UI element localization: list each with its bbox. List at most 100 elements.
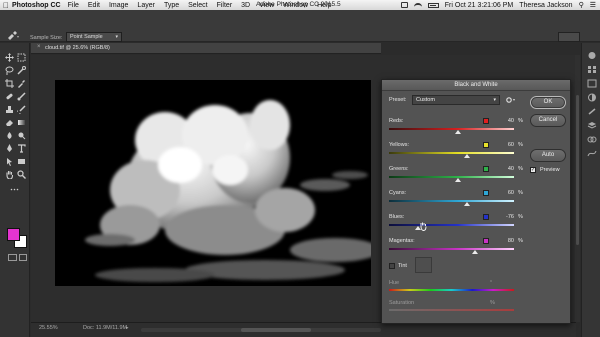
menu-filter[interactable]: Filter xyxy=(217,2,233,9)
channel-slider-track[interactable] xyxy=(389,200,514,202)
dialog-title[interactable]: Black and White xyxy=(382,80,570,91)
screen-icon[interactable] xyxy=(400,2,408,8)
wifi-icon[interactable] xyxy=(413,2,422,8)
channel-color-swatch xyxy=(483,238,489,244)
zoom-tool-icon[interactable] xyxy=(17,170,26,179)
cancel-button[interactable]: Cancel xyxy=(530,114,566,127)
type-tool-icon[interactable] xyxy=(17,144,26,153)
path-selection-tool-icon[interactable] xyxy=(5,157,14,166)
channel-slider-thumb[interactable] xyxy=(454,130,461,134)
sample-size-value: Point Sample xyxy=(70,34,103,40)
channel-value-field[interactable]: 60 xyxy=(492,142,514,148)
channel-color-swatch xyxy=(483,142,489,148)
move-tool-icon[interactable] xyxy=(5,53,14,62)
hue-slider-track[interactable] xyxy=(389,289,514,291)
vertical-scrollbar[interactable] xyxy=(575,55,580,322)
horizontal-scrollbar[interactable] xyxy=(141,328,381,332)
eyedropper-tool-preset-icon[interactable] xyxy=(6,30,20,40)
document-tab[interactable]: × cloud.tif @ 25.6% (RGB/8) xyxy=(31,43,381,54)
foreground-color-swatch[interactable] xyxy=(7,228,20,241)
healing-brush-tool-icon[interactable] xyxy=(5,92,14,101)
preview-checkbox[interactable]: ✓ xyxy=(530,167,536,173)
menu-select[interactable]: Select xyxy=(188,2,207,9)
menu-list-icon[interactable]: ☰ xyxy=(590,1,596,9)
lasso-tool-icon[interactable] xyxy=(5,66,14,75)
channel-slider-track[interactable] xyxy=(389,176,514,178)
color-panel-icon[interactable] xyxy=(587,51,597,60)
black-and-white-dialog: Black and White Preset: Custom ▾ OK Canc… xyxy=(381,79,571,324)
channel-slider-track[interactable] xyxy=(389,224,514,226)
paths-panel-icon[interactable] xyxy=(587,149,597,158)
quick-mask-icon[interactable] xyxy=(8,254,17,261)
blur-tool-icon[interactable] xyxy=(5,131,14,140)
channel-slider-track[interactable] xyxy=(389,128,514,130)
sample-size-select[interactable]: Point Sample ▾ xyxy=(66,32,122,42)
hue-label: Hue xyxy=(389,280,400,286)
status-menu-arrow-icon[interactable]: ▸ xyxy=(126,325,129,331)
tint-color-swatch[interactable] xyxy=(415,257,432,273)
history-brush-tool-icon[interactable] xyxy=(17,105,26,114)
layers-panel-icon[interactable] xyxy=(587,121,597,130)
menu-3d[interactable]: 3D xyxy=(241,2,250,9)
workspace-switcher[interactable] xyxy=(558,32,580,42)
channel-slider-track[interactable] xyxy=(389,248,514,250)
pen-tool-icon[interactable] xyxy=(5,144,14,153)
channel-slider-thumb[interactable] xyxy=(454,178,461,182)
dodge-tool-icon[interactable] xyxy=(17,131,26,140)
hand-tool-icon[interactable] xyxy=(5,170,14,179)
adjustments-panel-icon[interactable] xyxy=(587,93,597,102)
channel-value-field[interactable]: -76 xyxy=(492,214,514,220)
menu-clock[interactable]: Fri Oct 21 3:21:06 PM xyxy=(445,2,513,9)
quick-selection-tool-icon[interactable] xyxy=(17,66,26,75)
horizontal-scrollbar-thumb[interactable] xyxy=(241,328,311,332)
channel-value-field[interactable]: 80 xyxy=(492,238,514,244)
apple-menu-icon[interactable]:  xyxy=(0,1,12,10)
channel-value-field[interactable]: 60 xyxy=(492,190,514,196)
status-bar: 25.55% Doc: 11.9M/11.9M ▸ xyxy=(31,322,576,337)
rectangle-tool-icon[interactable] xyxy=(17,157,26,166)
channel-slider-thumb[interactable] xyxy=(472,250,479,254)
vertical-scrollbar-thumb[interactable] xyxy=(576,95,579,245)
menu-layer[interactable]: Layer xyxy=(137,2,155,9)
channels-panel-icon[interactable] xyxy=(587,135,597,144)
channel-color-swatch xyxy=(483,166,489,172)
ok-button[interactable]: OK xyxy=(530,96,566,109)
channel-slider-thumb[interactable] xyxy=(463,154,470,158)
auto-button[interactable]: Auto xyxy=(530,149,566,162)
preset-select[interactable]: Custom ▾ xyxy=(412,95,500,105)
saturation-slider-track[interactable] xyxy=(389,309,514,311)
gradient-tool-icon[interactable] xyxy=(17,118,26,127)
crop-tool-icon[interactable] xyxy=(5,79,14,88)
channel-value-field[interactable]: 40 xyxy=(492,166,514,172)
battery-icon[interactable] xyxy=(427,2,439,8)
eraser-tool-icon[interactable] xyxy=(5,118,14,127)
menu-file[interactable]: File xyxy=(68,2,79,9)
search-icon[interactable]: ⚲ xyxy=(579,1,584,9)
menu-type[interactable]: Type xyxy=(164,2,179,9)
menu-image[interactable]: Image xyxy=(109,2,128,9)
tint-checkbox[interactable] xyxy=(389,263,395,269)
sample-size-label: Sample Size: xyxy=(30,35,63,41)
preset-value: Custom xyxy=(416,97,435,103)
screen-mode-icon[interactable] xyxy=(19,254,27,261)
channel-percent-unit: % xyxy=(518,190,523,196)
eyedropper-tool-icon[interactable] xyxy=(17,79,26,88)
swatches-panel-icon[interactable] xyxy=(587,65,597,74)
menu-app-name[interactable]: Photoshop CC xyxy=(12,2,61,9)
close-icon[interactable]: × xyxy=(37,44,41,50)
channel-slider-track[interactable] xyxy=(389,152,514,154)
brush-tool-icon[interactable] xyxy=(17,92,26,101)
channel-value-field[interactable]: 40 xyxy=(492,118,514,124)
preset-options-gear-icon[interactable] xyxy=(505,95,515,105)
channel-percent-unit: % xyxy=(518,238,523,244)
menu-edit[interactable]: Edit xyxy=(88,2,100,9)
zoom-level[interactable]: 25.55% xyxy=(39,325,58,331)
marquee-tool-icon[interactable] xyxy=(17,53,26,62)
cloud-image[interactable] xyxy=(55,80,371,286)
channel-slider-thumb[interactable] xyxy=(463,202,470,206)
clone-stamp-tool-icon[interactable] xyxy=(5,105,14,114)
more-tools-icon[interactable] xyxy=(10,185,19,194)
styles-panel-icon[interactable] xyxy=(587,107,597,116)
menu-user[interactable]: Theresa Jackson xyxy=(519,2,572,9)
libraries-panel-icon[interactable] xyxy=(587,79,597,88)
